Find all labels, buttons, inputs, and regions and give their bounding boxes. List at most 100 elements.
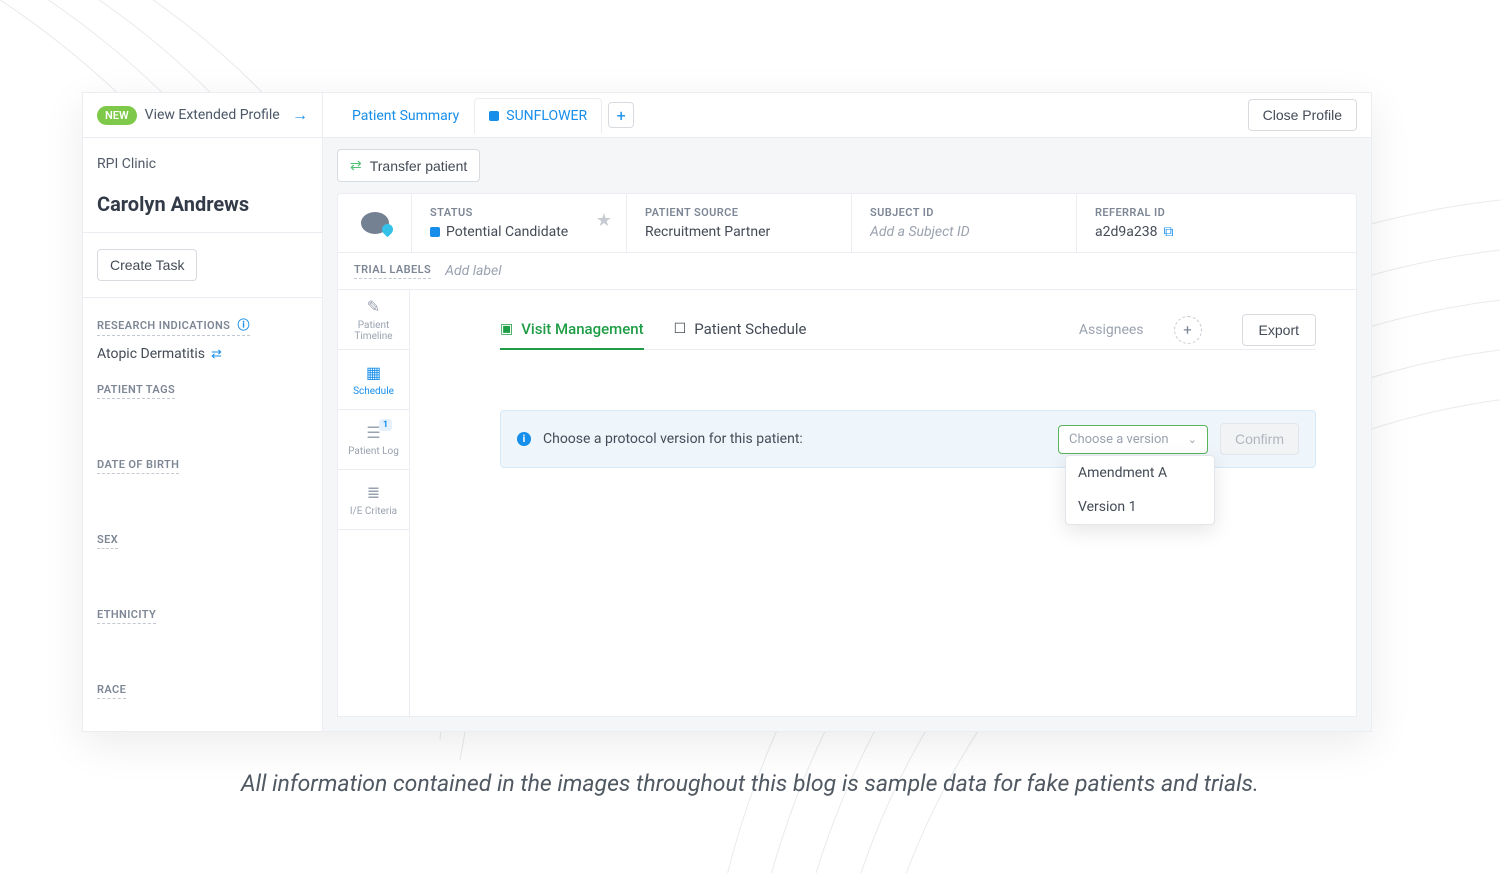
subject-id-cell[interactable]: SUBJECT ID Add a Subject ID <box>852 194 1077 252</box>
patient-header: RPI Clinic Carolyn Andrews <box>83 138 322 233</box>
sex-label: SEX <box>97 533 118 549</box>
patient-schedule-label: Patient Schedule <box>694 320 806 338</box>
tabbar: Patient Summary SUNFLOWER + Close Profil… <box>323 93 1371 138</box>
patient-tags-label: PATIENT TAGS <box>97 383 175 399</box>
protocol-version-select[interactable]: Choose a version ⌄ <box>1058 425 1208 454</box>
pencil-icon: ✎ <box>367 297 380 316</box>
tab-visit-management[interactable]: ▣ Visit Management <box>500 310 644 350</box>
arrow-right-icon: → <box>292 105 308 125</box>
trial-labels-title: TRIAL LABELS <box>354 263 431 279</box>
list-icon: ≣ <box>367 483 380 502</box>
trial-heart-icon <box>361 212 389 234</box>
rail-timeline-label: Patient Timeline <box>338 320 409 342</box>
sidebar: NEW View Extended Profile → RPI Clinic C… <box>83 93 323 731</box>
transfer-patient-button[interactable]: ⇄ Transfer patient <box>337 149 480 182</box>
tab-add-button[interactable]: + <box>608 102 634 128</box>
indication-row[interactable]: Atopic Dermatitis ⇄ <box>97 346 308 362</box>
visit-mgmt-label: Visit Management <box>521 320 643 338</box>
rail-schedule-label: Schedule <box>353 386 394 397</box>
extended-profile-link[interactable]: NEW View Extended Profile → <box>83 93 322 138</box>
status-value-row: Potential Candidate <box>430 224 608 240</box>
rail-schedule[interactable]: ▦ Schedule <box>338 350 409 410</box>
rail-patient-log[interactable]: 1 ☰ Patient Log <box>338 410 409 470</box>
dropdown-option-version-1[interactable]: Version 1 <box>1066 490 1214 524</box>
content-tabs: ▣ Visit Management ☐ Patient Schedule As… <box>500 310 1316 350</box>
version-dropdown: Amendment A Version 1 <box>1065 455 1215 525</box>
swap-icon: ⇄ <box>211 347 222 362</box>
patient-name: Carolyn Andrews <box>97 192 308 216</box>
tab-patient-summary[interactable]: Patient Summary <box>337 98 474 134</box>
close-profile-button[interactable]: Close Profile <box>1248 99 1357 131</box>
rail-ie-label: I/E Criteria <box>350 506 397 517</box>
content-main: ▣ Visit Management ☐ Patient Schedule As… <box>410 290 1356 716</box>
rail-patient-timeline[interactable]: ✎ Patient Timeline <box>338 290 409 350</box>
assignees-add-button[interactable]: + <box>1174 316 1202 344</box>
banner-text: Choose a protocol version for this patie… <box>543 431 1046 447</box>
protocol-banner: i Choose a protocol version for this pat… <box>500 410 1316 468</box>
add-label-link[interactable]: Add label <box>445 263 501 279</box>
app-window: NEW View Extended Profile → RPI Clinic C… <box>82 92 1372 732</box>
referral-id-cell: REFERRAL ID a2d9a238 ⧉ <box>1077 194 1356 252</box>
status-value: Potential Candidate <box>446 224 568 240</box>
source-value: Recruitment Partner <box>645 224 833 240</box>
ethnicity-section: ETHNICITY <box>83 587 322 662</box>
source-cell: PATIENT SOURCE Recruitment Partner <box>627 194 852 252</box>
trial-labels-strip: TRIAL LABELS Add label <box>337 253 1357 290</box>
confirm-button[interactable]: Confirm <box>1220 423 1299 455</box>
copy-icon[interactable]: ⧉ <box>1163 224 1173 240</box>
main-panel: Patient Summary SUNFLOWER + Close Profil… <box>323 93 1371 731</box>
trial-color-swatch <box>489 111 499 121</box>
sex-section: SEX <box>83 512 322 587</box>
schedule-icon: ☐ <box>674 321 687 337</box>
export-button[interactable]: Export <box>1242 314 1316 346</box>
trial-icon-cell <box>338 194 412 252</box>
tab-patient-schedule[interactable]: ☐ Patient Schedule <box>674 310 807 350</box>
dropdown-option-amendment-a[interactable]: Amendment A <box>1066 456 1214 490</box>
clinic-name: RPI Clinic <box>97 156 308 172</box>
race-section: RACE <box>83 662 322 709</box>
chevron-down-icon: ⌄ <box>1188 433 1197 446</box>
calendar-icon: ▦ <box>366 363 381 382</box>
version-placeholder: Choose a version <box>1069 432 1169 447</box>
rail-log-badge: 1 <box>379 419 392 431</box>
create-task-button[interactable]: Create Task <box>97 249 197 281</box>
banner-info-icon: i <box>517 432 531 446</box>
patient-tags-section: PATIENT TAGS <box>83 362 322 437</box>
source-label: PATIENT SOURCE <box>645 206 833 219</box>
disclaimer-caption: All information contained in the images … <box>0 770 1500 797</box>
rail-ie-criteria[interactable]: ≣ I/E Criteria <box>338 470 409 530</box>
rail-log-label: Patient Log <box>348 446 399 457</box>
referral-label: REFERRAL ID <box>1095 206 1338 219</box>
assignees-label: Assignees <box>1079 322 1144 338</box>
research-indications-label: RESEARCH INDICATIONS ⓘ <box>97 316 250 336</box>
new-badge: NEW <box>97 106 137 125</box>
transfer-icon: ⇄ <box>350 157 362 174</box>
status-cell[interactable]: STATUS Potential Candidate ★ <box>412 194 627 252</box>
dob-label: DATE OF BIRTH <box>97 458 179 474</box>
tab-summary-label: Patient Summary <box>352 108 459 124</box>
referral-value-row: a2d9a238 ⧉ <box>1095 224 1338 240</box>
visit-mgmt-icon: ▣ <box>500 321 513 337</box>
content-row: ✎ Patient Timeline ▦ Schedule 1 ☰ Patien… <box>337 290 1357 717</box>
info-icon[interactable]: ⓘ <box>237 316 249 333</box>
subject-label: SUBJECT ID <box>870 206 1058 219</box>
research-indications-text: RESEARCH INDICATIONS <box>97 319 230 332</box>
transfer-label: Transfer patient <box>370 158 468 174</box>
referral-value: a2d9a238 <box>1095 224 1157 240</box>
research-indications-section: RESEARCH INDICATIONS ⓘ Atopic Dermatitis… <box>83 298 322 362</box>
race-label: RACE <box>97 683 126 699</box>
dob-section: DATE OF BIRTH <box>83 437 322 512</box>
favorite-star-icon[interactable]: ★ <box>596 210 612 231</box>
icon-rail: ✎ Patient Timeline ▦ Schedule 1 ☰ Patien… <box>338 290 410 716</box>
status-dot <box>430 227 440 237</box>
task-block: Create Task <box>83 233 322 298</box>
tab-trial[interactable]: SUNFLOWER <box>474 98 602 134</box>
tab-trial-label: SUNFLOWER <box>506 108 587 124</box>
subject-placeholder: Add a Subject ID <box>870 224 1058 240</box>
ethnicity-label: ETHNICITY <box>97 608 156 624</box>
status-label: STATUS <box>430 206 608 219</box>
patient-info-strip: STATUS Potential Candidate ★ PATIENT SOU… <box>337 193 1357 253</box>
extended-profile-label: View Extended Profile <box>145 107 280 123</box>
action-row: ⇄ Transfer patient <box>323 138 1371 193</box>
indication-value: Atopic Dermatitis <box>97 346 205 362</box>
